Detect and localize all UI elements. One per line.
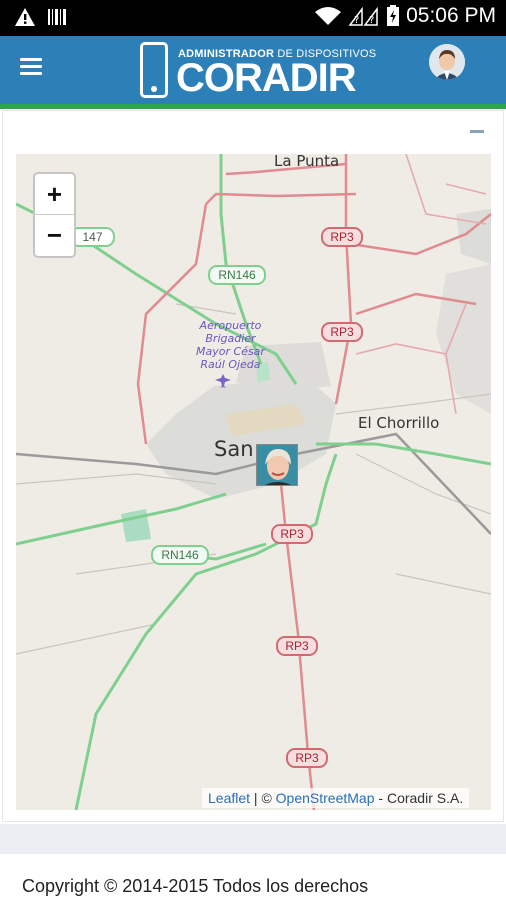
device-marker[interactable] <box>256 444 298 486</box>
place-label-san-luis: San <box>214 437 254 461</box>
place-label-la-punta: La Punta <box>274 154 340 170</box>
user-avatar[interactable] <box>429 44 465 80</box>
road-shield-rp3-a: RP3 <box>321 227 363 247</box>
wifi-icon <box>315 7 342 25</box>
map-attribution: Leaflet | © OpenStreetMap - Coradir S.A. <box>202 788 470 808</box>
road-shield-rp3-e: RP3 <box>286 748 328 768</box>
user-avatar-icon <box>429 44 465 80</box>
openstreetmap-link[interactable]: OpenStreetMap <box>276 790 375 806</box>
barcode-icon <box>48 9 66 25</box>
battery-icon <box>387 5 400 26</box>
road-shield-rp3-b: RP3 <box>321 322 363 342</box>
footer-divider <box>0 824 506 854</box>
header-accent-line <box>0 104 506 109</box>
copyright-text: Copyright © 2014-2015 Todos los derechos <box>22 876 369 896</box>
map-view[interactable]: La Punta El Chorrillo San Aeropuerto Bri… <box>16 154 491 810</box>
road-shield-rn146-a: RN146 <box>208 265 266 285</box>
clock: 05:06 PM <box>406 4 496 27</box>
svg-text:?: ? <box>354 15 359 26</box>
place-label-el-chorrillo: El Chorrillo <box>358 414 440 432</box>
road-shield-rn146-b: RN146 <box>151 545 209 565</box>
signal-icon: ? ? <box>348 6 378 26</box>
status-bar: ? ? 05:06 PM <box>0 0 506 36</box>
device-avatar-icon <box>257 445 297 485</box>
zoom-control: + − <box>33 172 76 258</box>
coradir-logo: ADMINISTRADOR DE DISPOSITIVOS CORADIR <box>140 42 376 100</box>
svg-text:?: ? <box>369 15 374 26</box>
warning-icon <box>15 8 35 26</box>
road-shield-rp3-c: RP3 <box>271 524 313 544</box>
zoom-in-button[interactable]: + <box>35 174 74 215</box>
menu-icon[interactable] <box>20 58 42 80</box>
leaflet-link[interactable]: Leaflet <box>208 790 250 806</box>
airport-label: Aeropuerto Brigadier Mayor César Raúl Oj… <box>196 319 265 371</box>
phone-icon <box>140 42 168 98</box>
road-shield-rp3-d: RP3 <box>276 636 318 656</box>
zoom-out-button[interactable]: − <box>35 215 74 256</box>
collapse-icon[interactable] <box>470 130 484 133</box>
map-tiles <box>16 154 491 810</box>
road-shield-147: 147 <box>70 227 115 247</box>
